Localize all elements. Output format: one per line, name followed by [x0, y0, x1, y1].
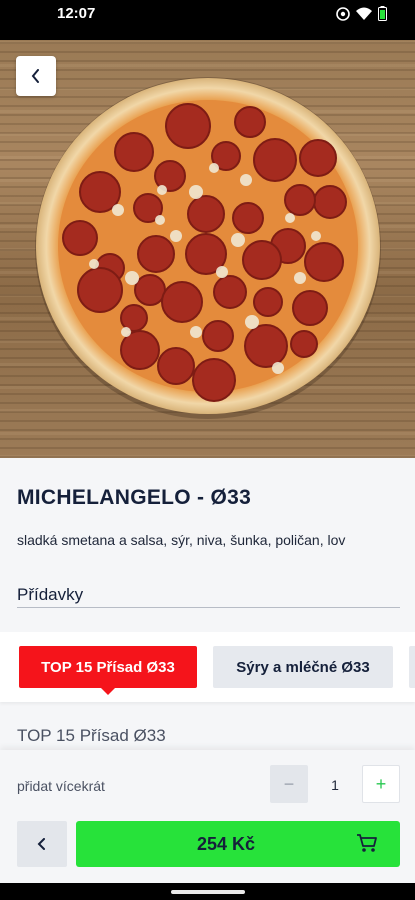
quantity-label: přidat vícekrát — [17, 778, 105, 794]
addons-divider — [17, 607, 400, 608]
product-detail: MICHELANGELO - Ø33 sladká smetana a sals… — [0, 458, 415, 883]
tab-cheese-dairy[interactable]: Sýry a mléčné Ø33 — [213, 646, 393, 688]
home-indicator[interactable] — [171, 890, 245, 894]
cart-icon — [357, 834, 377, 852]
chevron-left-icon — [37, 838, 45, 850]
quantity-value: 1 — [331, 777, 339, 793]
system-nav-bar — [0, 883, 415, 900]
status-bar: 12:07 — [0, 0, 415, 40]
tab-top-15[interactable]: TOP 15 Přísad Ø33 — [19, 646, 197, 695]
pizza-image — [35, 77, 381, 419]
product-title: MICHELANGELO - Ø33 — [17, 486, 252, 509]
eye-icon — [336, 6, 350, 21]
add-to-cart-button[interactable]: 254 Kč — [76, 821, 400, 867]
back-button[interactable] — [16, 56, 56, 96]
status-icons — [336, 6, 387, 21]
previous-button[interactable] — [17, 821, 67, 867]
quantity-increment-button[interactable]: + — [362, 765, 400, 803]
status-time: 12:07 — [57, 5, 96, 22]
addons-label: Přídavky — [17, 585, 84, 604]
wifi-icon — [356, 7, 372, 20]
chevron-left-icon — [31, 69, 39, 83]
product-description: sladká smetana a salsa, sýr, niva, šunka… — [17, 532, 346, 548]
price-label: 254 Kč — [196, 834, 256, 854]
addon-category-tabs: TOP 15 Přísad Ø33 Sýry a mléčné Ø33 — [0, 632, 415, 702]
order-panel: přidat vícekrát − 1 + 254 Kč — [0, 750, 415, 883]
product-image — [0, 40, 415, 458]
quantity-decrement-button[interactable]: − — [270, 765, 308, 803]
battery-icon — [378, 6, 387, 21]
section-heading: TOP 15 Přísad Ø33 — [17, 726, 166, 745]
tab-next[interactable] — [409, 646, 415, 688]
